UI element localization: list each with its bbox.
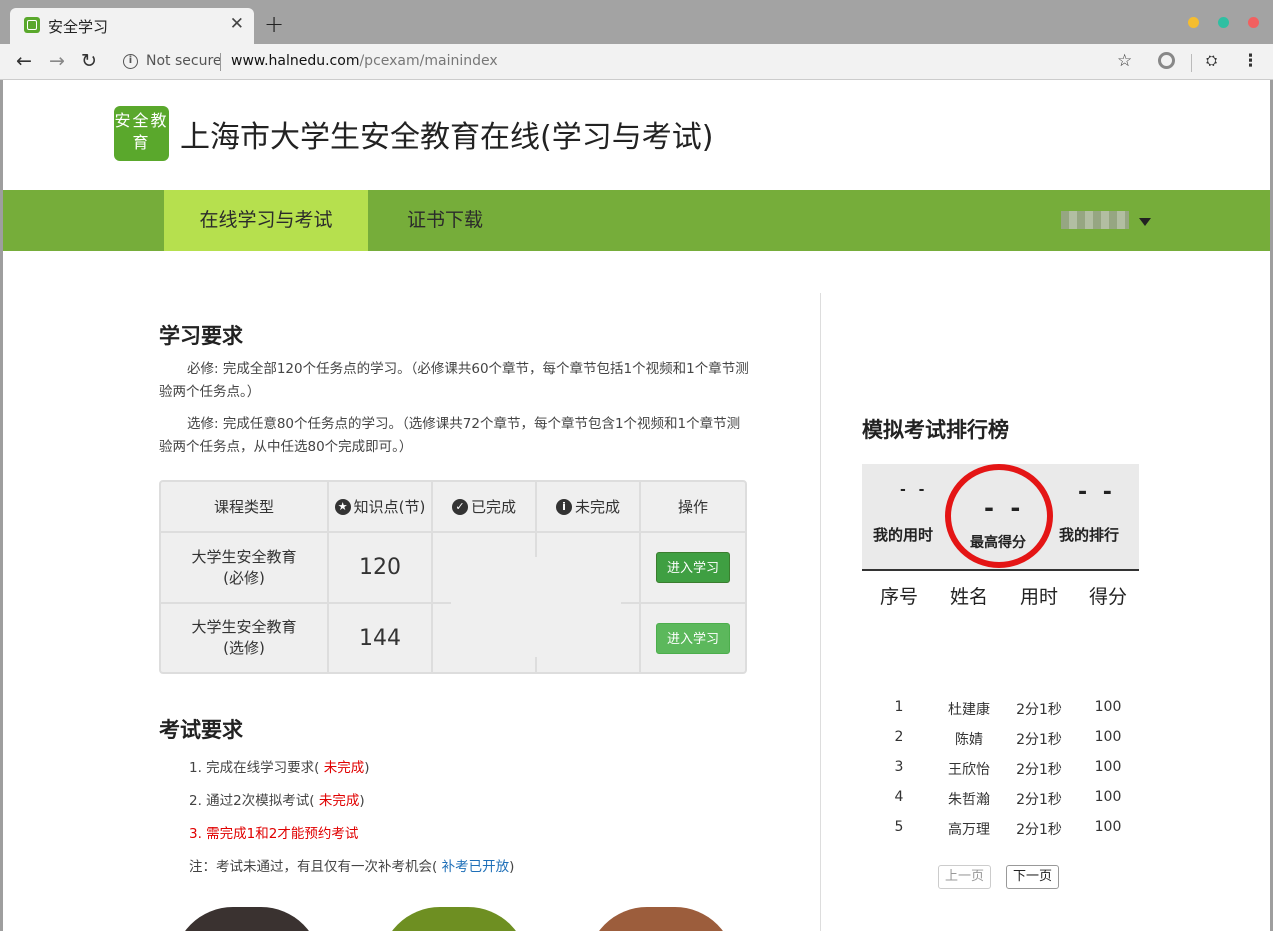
tab-title: 安全学习 [48,18,109,36]
bottom-action-button-2[interactable] [380,907,528,931]
user-menu-caret-icon[interactable] [1139,218,1151,226]
table-row-points: 144 [329,604,433,672]
table-row-action: 进入学习 [641,533,745,602]
exam-requirement-3: 3. 需完成1和2才能预约考试 [189,826,359,842]
incognito-icon[interactable]: ⛭ [1206,53,1217,69]
status-incomplete: 未完成 [314,793,360,809]
close-window-icon[interactable] [1248,17,1259,28]
ranking-header-name: 姓名 [949,586,988,608]
table-row-course-type: 大学生安全教育 (必修) [161,533,329,602]
study-progress-table: 课程类型 ★ 知识点(节) ✓ 已完成 i 未完成 操作 大学生安全教育 (必修) 12… [159,480,747,674]
new-tab-icon[interactable]: + [264,10,284,38]
forward-arrow-icon[interactable]: → [49,50,65,72]
ranking-header-score: 得分 [1088,586,1127,608]
url-path: /pcexam/mainindex [359,53,498,69]
my-time-value: - - [900,482,929,498]
makeup-exam-note: 注：考试未通过，有且仅有一次补考机会( 补考已开放) [189,859,515,875]
not-secure-label: Not secure [146,53,222,69]
elective-course-text: 选修: 完成任意80个任务点的学习。（选修课共72个章节，每个章节包含1个视频和… [159,416,741,455]
ranking-header-time: 用时 [1019,586,1058,608]
site-favicon-icon [24,17,40,33]
nav-online-study-exam[interactable]: 在线学习与考试 [164,190,368,251]
reload-icon[interactable]: ↻ [81,50,97,72]
my-rank-label: 我的排行 [1059,526,1120,544]
url-host: www.halnedu.com [231,53,360,69]
table-row-points: 120 [329,533,433,602]
bottom-action-button-1[interactable] [173,907,321,931]
maximize-window-icon[interactable] [1218,17,1229,28]
ranking-header-no: 序号 [879,586,918,608]
minimize-window-icon[interactable] [1188,17,1199,28]
header-action: 操作 [677,498,708,516]
browser-tab[interactable]: 安全学习 ✕ [10,8,254,44]
header-completed: ✓ 已完成 [433,482,537,531]
my-rank-value: - - [1078,480,1116,505]
progress-placeholder [451,557,621,657]
exam-requirement-1: 1. 完成在线学习要求( 未完成) [189,760,370,776]
url-separator [220,53,221,71]
star-circle-icon: ★ [334,498,351,515]
url-field[interactable]: www.halnedu.com/pcexam/mainindex [231,53,498,69]
browser-menu-icon[interactable]: ⋮ [1242,51,1259,71]
status-incomplete: 未完成 [319,760,365,776]
bookmark-star-icon[interactable]: ☆ [1117,51,1132,71]
close-tab-icon[interactable]: ✕ [230,14,244,34]
back-arrow-icon[interactable]: ← [16,50,32,72]
toolbar-separator [1191,54,1192,72]
nav-certificate-download[interactable]: 证书下载 [383,190,507,251]
exam-heading: 考试要求 [159,718,243,742]
enter-study-required-button[interactable]: 进入学习 [655,552,730,583]
browser-tab-strip: 安全学习 ✕ + [0,0,1273,44]
next-page-button[interactable]: 下一页 [1006,865,1060,889]
check-circle-icon: ✓ [451,498,468,515]
study-heading: 学习要求 [159,324,243,348]
extension-circle-icon[interactable] [1158,52,1175,69]
prev-page-button[interactable]: 上一页 [938,865,992,889]
ranking-title: 模拟考试排行榜 [862,418,1009,442]
site-title: 上海市大学生安全教育在线(学习与考试) [180,120,714,155]
required-course-text: 必修: 完成全部120个任务点的学习。（必修课共60个章节，每个章节包括1个视频… [159,361,749,400]
site-info-icon[interactable]: i [123,54,138,69]
column-divider [820,293,821,931]
user-name-blurred[interactable] [1061,211,1129,229]
makeup-exam-link[interactable]: 补考已开放 [437,859,510,875]
my-time-label: 我的用时 [873,526,934,544]
header-course-type: 课程类型 [161,482,329,531]
exam-requirement-2: 2. 通过2次模拟考试( 未完成) [189,793,365,809]
header-knowledge-points: ★ 知识点(节) [329,482,433,531]
table-row-action: 进入学习 [641,604,745,672]
address-bar: ← → ↻ i Not secure www.halnedu.com/pcexa… [0,44,1273,80]
highlight-circle [945,464,1053,568]
bottom-action-button-3[interactable] [587,907,735,931]
enter-study-elective-button[interactable]: 进入学习 [655,622,730,654]
main-navbar: 在线学习与考试 证书下载 [3,190,1270,251]
table-row-course-type: 大学生安全教育 (选修) [161,604,329,672]
site-logo[interactable]: 安全教育 [114,106,169,161]
info-circle-icon: i [555,498,572,515]
header-incomplete: i 未完成 [537,482,641,531]
